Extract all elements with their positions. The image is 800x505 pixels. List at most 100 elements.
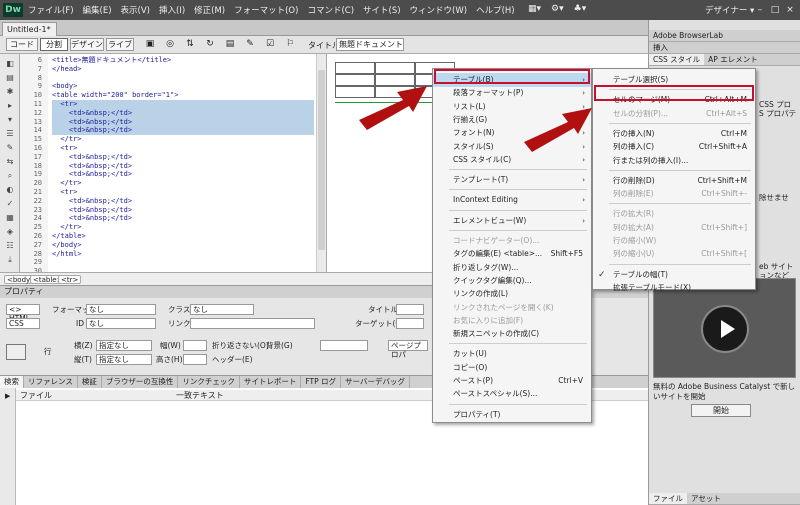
- browserlab-panel[interactable]: Adobe BrowserLab: [649, 30, 800, 42]
- coding-tool-icon[interactable]: ☰: [3, 128, 17, 140]
- results-tab[interactable]: ブラウザーの互換性: [102, 376, 179, 388]
- menu-item[interactable]: ファイル(F): [28, 4, 74, 16]
- code-view-button[interactable]: コード: [6, 38, 38, 51]
- results-tab[interactable]: リンクチェック: [178, 376, 240, 388]
- menu-item[interactable]: ペースト(P) Ctrl+V: [433, 374, 591, 388]
- code-line[interactable]: <td>&nbsp;</td>: [52, 206, 314, 215]
- code-line[interactable]: <td>&nbsp;</td>: [52, 108, 314, 118]
- table-cell[interactable]: [375, 62, 415, 74]
- bg-input[interactable]: [320, 340, 368, 351]
- menu-item[interactable]: 行または列の挿入(I)...: [593, 154, 755, 168]
- css-mode-button[interactable]: CSS: [6, 318, 40, 329]
- format-select[interactable]: なし: [86, 304, 156, 315]
- menu-item[interactable]: リンクの作成(L): [433, 287, 591, 301]
- code-line[interactable]: <tr>: [52, 188, 314, 197]
- code-line[interactable]: </html>: [52, 250, 314, 259]
- horz-select[interactable]: 指定なし: [96, 340, 152, 351]
- code-line[interactable]: <td>&nbsp;</td>: [52, 126, 314, 136]
- target-select[interactable]: [396, 318, 424, 329]
- menu-item[interactable]: ヘルプ(H): [476, 4, 515, 16]
- document-tab[interactable]: Untitled-1* ×: [2, 22, 57, 47]
- insert-panel[interactable]: 挿入: [649, 42, 800, 54]
- page-properties-button[interactable]: ページプロパ: [388, 340, 428, 359]
- menu-item[interactable]: ペーストスペシャル(S)...: [433, 387, 591, 401]
- menu-item[interactable]: サイト(S): [363, 4, 401, 16]
- menu-item[interactable]: 表示(V): [121, 4, 150, 16]
- code-line[interactable]: </body>: [52, 241, 314, 250]
- html-mode-button[interactable]: <> HTML: [6, 304, 40, 323]
- code-line[interactable]: [52, 258, 314, 267]
- catalyst-open-button[interactable]: 開始: [691, 404, 751, 417]
- results-tab[interactable]: サイトレポート: [240, 376, 302, 388]
- minimize-button[interactable]: –: [753, 3, 767, 17]
- class-select[interactable]: なし: [190, 304, 254, 315]
- design-view-button[interactable]: デザイン: [70, 38, 104, 51]
- coding-tool-icon[interactable]: ⇆: [3, 156, 17, 168]
- width-input[interactable]: [183, 340, 207, 351]
- menu-item[interactable]: クイックタグ編集(Q)...: [433, 274, 591, 288]
- height-input[interactable]: [183, 354, 207, 365]
- menu-item[interactable]: 修正(M): [194, 4, 225, 16]
- assets-tab[interactable]: アセット: [687, 493, 725, 504]
- menu-item[interactable]: CSS スタイル(C) ›: [433, 153, 591, 167]
- app-toolbar-icon[interactable]: ▦▾: [528, 4, 541, 14]
- nowrap-label[interactable]: 折り返さない(O): [212, 340, 269, 352]
- title-prop-input[interactable]: [396, 304, 424, 315]
- menu-item[interactable]: 編集(E): [83, 4, 112, 16]
- coding-tool-icon[interactable]: ⌕: [3, 170, 17, 182]
- table-cell[interactable]: [335, 62, 375, 74]
- menu-item[interactable]: 行の挿入(N) Ctrl+M: [593, 127, 755, 141]
- validate-icon[interactable]: ☑: [262, 38, 278, 51]
- code-line[interactable]: <table width="200" border="1">: [52, 91, 314, 100]
- code-line[interactable]: <title>無題ドキュメント</title>: [52, 56, 314, 65]
- menu-item[interactable]: コピー(O): [433, 361, 591, 375]
- menu-item[interactable]: カット(U): [433, 347, 591, 361]
- coding-tool-icon[interactable]: ▤: [3, 72, 17, 84]
- code-scrollbar[interactable]: [316, 54, 326, 272]
- menu-item[interactable]: テーブルの幅(T) ✓: [593, 268, 755, 282]
- maximize-button[interactable]: □: [768, 3, 782, 17]
- coding-tool-icon[interactable]: ☷: [3, 240, 17, 252]
- multiscreen-icon[interactable]: ▣: [142, 38, 158, 51]
- code-line[interactable]: <td>&nbsp;</td>: [52, 162, 314, 171]
- menu-item[interactable]: 折り返しタグ(W)...: [433, 261, 591, 275]
- preview-icon[interactable]: ◎: [162, 38, 178, 51]
- menu-item[interactable]: エレメントビュー(W) ›: [433, 214, 591, 228]
- code-line[interactable]: </tr>: [52, 179, 314, 188]
- vert-select[interactable]: 指定なし: [96, 354, 152, 365]
- file-manage-icon[interactable]: ⇅: [182, 38, 198, 51]
- menu-item[interactable]: InContext Editing ›: [433, 193, 591, 207]
- play-icon[interactable]: [701, 305, 749, 353]
- results-tab[interactable]: リファレンス: [24, 376, 78, 388]
- results-tab[interactable]: 検証: [78, 376, 102, 388]
- coding-tool-icon[interactable]: ▾: [3, 114, 17, 126]
- coding-tool-icon[interactable]: ◐: [3, 184, 17, 196]
- code-line[interactable]: <tr>: [52, 100, 314, 109]
- menu-item[interactable]: 拡張テーブルモード(X): [593, 281, 755, 295]
- coding-tool-icon[interactable]: ⤓: [3, 254, 17, 266]
- code-line[interactable]: <td>&nbsp;</td>: [52, 153, 314, 162]
- menu-item[interactable]: 段落フォーマット(P) ›: [433, 86, 591, 100]
- link-input[interactable]: [190, 318, 315, 329]
- menu-item[interactable]: 挿入(I): [159, 4, 185, 16]
- code-line[interactable]: </tr>: [52, 223, 314, 232]
- coding-tool-icon[interactable]: ▸: [3, 100, 17, 112]
- code-editor[interactable]: <title>無題ドキュメント</title> </head> <body> <tab…: [48, 54, 316, 272]
- ap-elements-tab[interactable]: AP エレメント: [704, 54, 762, 65]
- app-toolbar-icon[interactable]: ⚙▾: [551, 4, 564, 14]
- menu-item[interactable]: 新規スニペットの作成(C): [433, 327, 591, 341]
- workspace-switcher[interactable]: デザイナー ▾: [705, 4, 754, 16]
- results-tab[interactable]: 検索: [0, 376, 24, 388]
- code-line[interactable]: <tr>: [52, 144, 314, 153]
- refresh-icon[interactable]: ↻: [202, 38, 218, 51]
- menu-item[interactable]: 行の削除(D) Ctrl+Shift+M: [593, 174, 755, 188]
- files-tab[interactable]: ファイル: [649, 493, 687, 504]
- menu-item[interactable]: ウィンドウ(W): [410, 4, 468, 16]
- code-line[interactable]: </table>: [52, 232, 314, 241]
- check-browser-icon[interactable]: ⚐: [282, 38, 298, 51]
- app-toolbar-icon[interactable]: ♣▾: [574, 4, 587, 14]
- coding-tool-icon[interactable]: ✱: [3, 86, 17, 98]
- coding-tool-icon[interactable]: ✓: [3, 198, 17, 210]
- menu-item[interactable]: テンプレート(T) ›: [433, 173, 591, 187]
- header-label[interactable]: ヘッダー(E): [212, 354, 253, 366]
